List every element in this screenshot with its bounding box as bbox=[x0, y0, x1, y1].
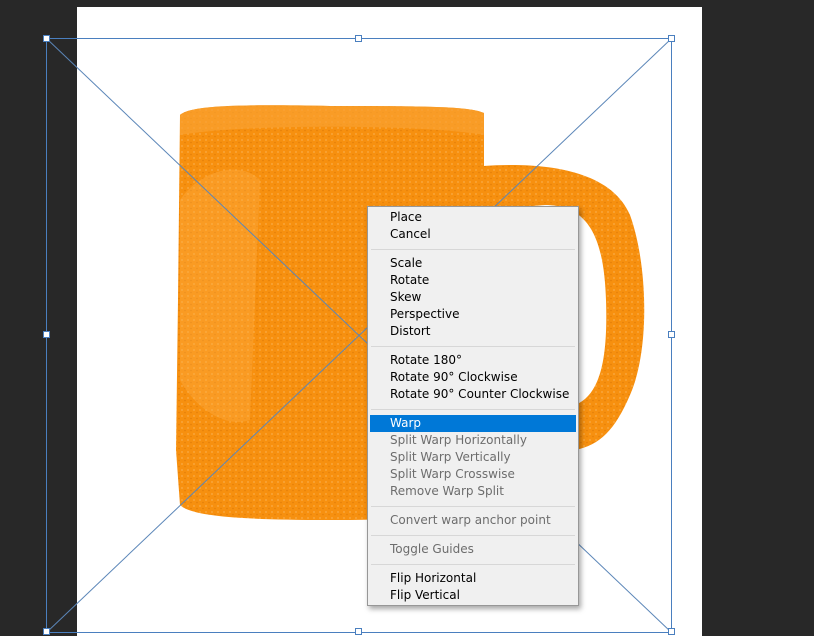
menu-item-flip-horizontal[interactable]: Flip Horizontal bbox=[370, 570, 576, 587]
menu-item-perspective[interactable]: Perspective bbox=[370, 306, 576, 323]
menu-item-split-warp-vertically: Split Warp Vertically bbox=[390, 450, 511, 464]
transform-context-menu: Place Cancel Scale Rotate Skew Perspecti… bbox=[367, 206, 579, 606]
menu-item-rotate[interactable]: Rotate bbox=[370, 272, 576, 289]
menu-separator bbox=[371, 535, 575, 536]
menu-item-warp[interactable]: Warp bbox=[370, 415, 576, 432]
menu-separator bbox=[371, 249, 575, 250]
menu-item-scale[interactable]: Scale bbox=[370, 255, 576, 272]
menu-item-flip-vertical[interactable]: Flip Vertical bbox=[370, 587, 576, 604]
menu-separator bbox=[371, 346, 575, 347]
transform-handle-bottom-left[interactable] bbox=[43, 628, 50, 635]
menu-item-rotate-90-ccw[interactable]: Rotate 90° Counter Clockwise bbox=[370, 386, 576, 403]
menu-item-rotate-180[interactable]: Rotate 180° bbox=[370, 352, 576, 369]
transform-handle-middle-left[interactable] bbox=[43, 331, 50, 338]
menu-item-cancel[interactable]: Cancel bbox=[370, 226, 576, 243]
transform-handle-top-left[interactable] bbox=[43, 35, 50, 42]
transform-handle-bottom-center[interactable] bbox=[355, 628, 362, 635]
menu-item-split-warp-crosswise: Split Warp Crosswise bbox=[390, 467, 515, 481]
menu-item-remove-warp-split: Remove Warp Split bbox=[390, 484, 504, 498]
menu-item-place[interactable]: Place bbox=[370, 209, 576, 226]
menu-separator bbox=[371, 506, 575, 507]
menu-item-toggle-guides: Toggle Guides bbox=[390, 542, 474, 556]
menu-item-split-warp-horizontally: Split Warp Horizontally bbox=[390, 433, 527, 447]
menu-separator bbox=[371, 564, 575, 565]
transform-handle-top-right[interactable] bbox=[668, 35, 675, 42]
menu-item-rotate-90-cw[interactable]: Rotate 90° Clockwise bbox=[370, 369, 576, 386]
transform-handle-middle-right[interactable] bbox=[668, 331, 675, 338]
transform-handle-top-center[interactable] bbox=[355, 35, 362, 42]
menu-item-skew[interactable]: Skew bbox=[370, 289, 576, 306]
menu-item-convert-warp-anchor-point: Convert warp anchor point bbox=[390, 513, 551, 527]
transform-handle-bottom-right[interactable] bbox=[668, 628, 675, 635]
menu-item-distort[interactable]: Distort bbox=[370, 323, 576, 340]
menu-separator bbox=[371, 409, 575, 410]
